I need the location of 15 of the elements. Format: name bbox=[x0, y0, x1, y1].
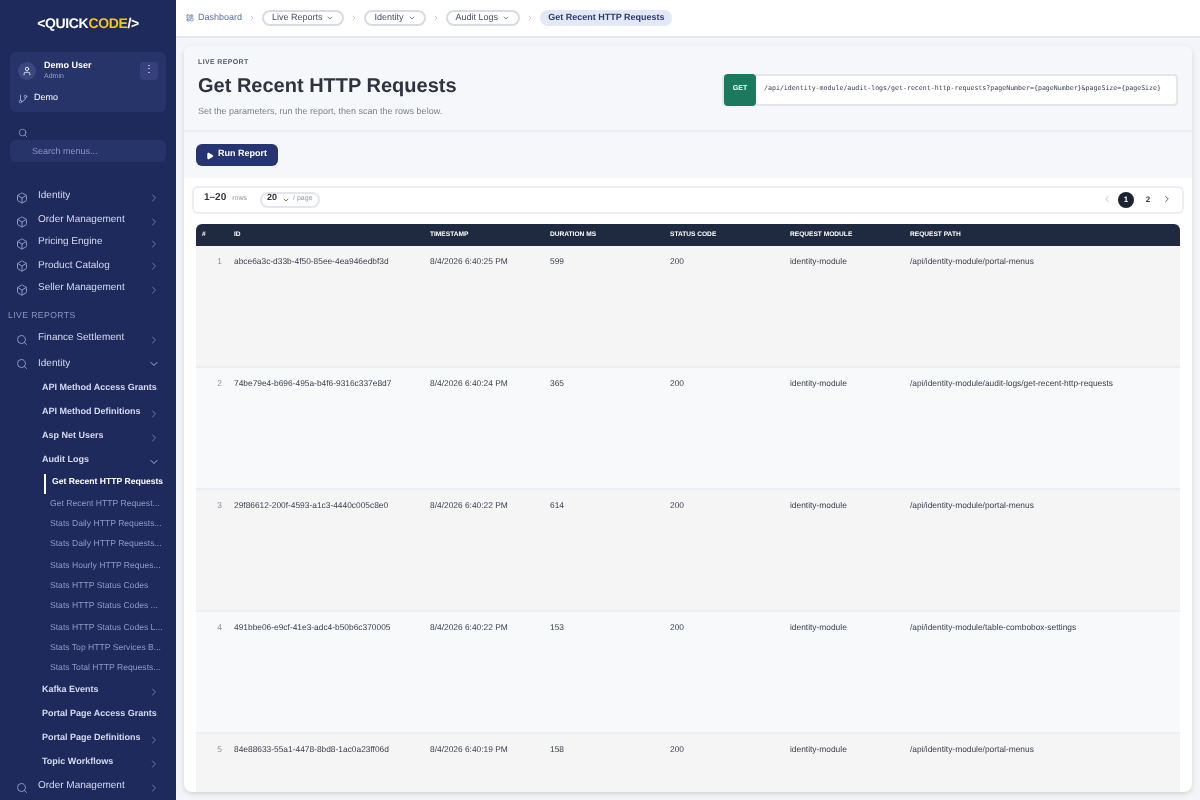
branch-icon bbox=[18, 93, 28, 103]
search-icon bbox=[16, 358, 28, 371]
cube-icon bbox=[16, 283, 28, 296]
cube-icon bbox=[16, 237, 28, 250]
report-title: Get Recent HTTP Requests bbox=[198, 74, 459, 103]
avatar-icon bbox=[18, 62, 36, 81]
search-icon bbox=[16, 781, 28, 794]
next-page-icon[interactable] bbox=[1162, 194, 1172, 205]
dashboard-icon bbox=[186, 14, 194, 22]
cube-icon bbox=[16, 192, 28, 205]
search-icon bbox=[18, 128, 28, 139]
cube-icon bbox=[16, 260, 28, 273]
play-icon bbox=[206, 151, 214, 159]
search-icon bbox=[16, 333, 28, 346]
cube-icon bbox=[16, 215, 28, 228]
